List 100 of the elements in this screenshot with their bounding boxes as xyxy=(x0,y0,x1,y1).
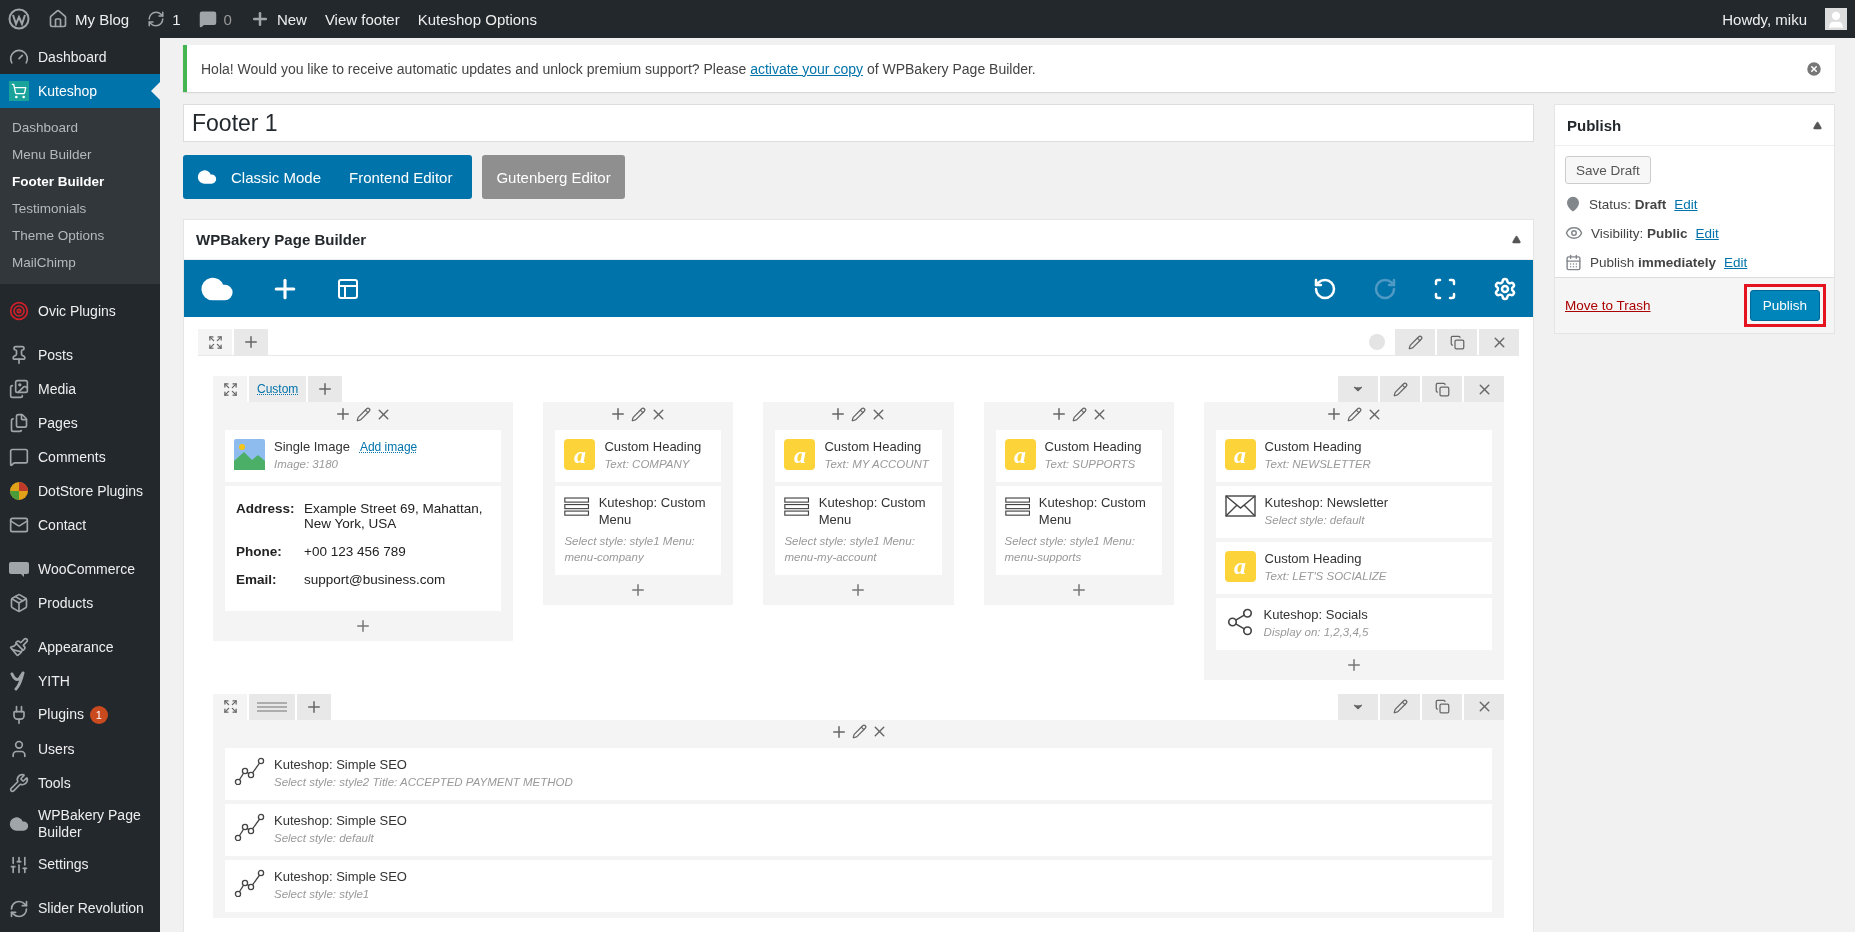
collapse-icon[interactable] xyxy=(1512,235,1521,244)
template-icon[interactable] xyxy=(336,276,360,301)
sidebar-item[interactable]: Appearance xyxy=(0,630,160,664)
sidebar-item[interactable]: WPBakery Page Builder xyxy=(0,800,160,848)
layout-tab-link[interactable]: Custom xyxy=(249,376,307,402)
sidebar-item[interactable]: Slider Revolution xyxy=(0,891,160,926)
element-card[interactable]: Kuteshop: Simple SEO Select style: style2 Title: ACCEPTED PAYMENT METHOD xyxy=(225,747,1492,800)
menu-lines-icon xyxy=(1004,495,1030,519)
text-block-card[interactable]: Address: Example Street 69, Mahattan, New York, USA Phone: +00 123 456 789 Email: support@business.com xyxy=(225,486,502,611)
expand-arrows-icon xyxy=(207,334,223,350)
sidebar-item[interactable]: Dashboard xyxy=(0,40,160,74)
layout-button[interactable] xyxy=(249,693,295,720)
add-row-button[interactable] xyxy=(234,329,268,355)
activate-link[interactable]: activate your copy xyxy=(750,60,863,77)
element-card[interactable]: Kuteshop: Custom Menu Select style: style1 Menu: menu-supports xyxy=(995,486,1162,575)
sidebar-item[interactable]: WooCommerce xyxy=(0,552,160,586)
sidebar-item[interactable]: Pages xyxy=(0,406,160,440)
sidebar-item[interactable]: DotStore Plugins xyxy=(0,474,160,508)
element-detail: Text: COMPANY xyxy=(604,456,691,472)
sidebar-item[interactable]: Plugins 1 xyxy=(0,698,160,732)
sidebar-item[interactable]: Products xyxy=(0,586,160,620)
collapse-icon[interactable] xyxy=(1813,120,1822,130)
edit-button[interactable] xyxy=(1380,376,1420,402)
clone-button[interactable] xyxy=(1437,329,1477,355)
undo-icon[interactable] xyxy=(1313,276,1337,301)
element-card[interactable]: a Custom Heading Text: MY ACCOUNT xyxy=(775,430,942,482)
wordpress-logo-icon[interactable] xyxy=(8,8,30,30)
sidebar-item[interactable]: Media xyxy=(0,372,160,406)
sidebar-item[interactable]: Posts xyxy=(0,338,160,372)
mode-button[interactable]: Frontend Editor xyxy=(335,155,467,199)
element-card[interactable]: a Custom Heading Text: COMPANY xyxy=(555,430,722,482)
submenu-item[interactable]: Dashboard xyxy=(0,114,160,141)
greeting-text[interactable]: Howdy, miku xyxy=(1722,10,1807,28)
edit-button[interactable] xyxy=(1380,693,1420,720)
element-card[interactable]: Kuteshop: Simple SEO Select style: default xyxy=(225,803,1492,856)
element-card[interactable]: Kuteshop: Custom Menu Select style: style1 Menu: menu-my-account xyxy=(775,486,942,575)
submenu-item[interactable]: Testimonials xyxy=(0,195,160,222)
publish-button[interactable]: Publish xyxy=(1749,290,1820,321)
submenu-item[interactable]: MailChimp xyxy=(0,249,160,276)
element-title: Custom Heading xyxy=(1264,550,1362,568)
sidebar-item[interactable]: Settings xyxy=(0,847,160,882)
sidebar-item[interactable]: Contact xyxy=(0,508,160,542)
edit-icon[interactable] xyxy=(1071,406,1087,422)
move-handle[interactable] xyxy=(213,693,247,720)
comments-link[interactable]: 0 xyxy=(198,10,232,28)
move-handle[interactable] xyxy=(213,376,247,402)
trash-link[interactable]: Move to Trash xyxy=(1565,298,1651,313)
sidebar-item[interactable]: Ovic Plugins xyxy=(0,294,160,328)
element-detail: Select style: style1 Menu: menu-company xyxy=(564,533,696,565)
add-image-link[interactable]: Add image xyxy=(359,440,418,454)
add-column-button[interactable] xyxy=(297,693,331,720)
edit-link[interactable]: Edit xyxy=(1695,225,1719,241)
edit-icon[interactable] xyxy=(851,406,867,422)
admin-bar-link[interactable]: Kuteshop Options xyxy=(417,10,537,28)
site-link[interactable]: My Blog xyxy=(48,9,130,29)
element-card[interactable]: a Custom Heading Text: NEWSLETTER xyxy=(1215,430,1492,482)
submenu-item[interactable]: Menu Builder xyxy=(0,141,160,168)
add-column-button[interactable] xyxy=(308,376,343,402)
admin-bar-link[interactable]: View footer xyxy=(324,10,400,28)
edit-link[interactable]: Edit xyxy=(1674,196,1698,212)
edit-icon[interactable] xyxy=(356,406,372,422)
close-button[interactable] xyxy=(1464,693,1504,720)
sidebar-item[interactable]: Comments xyxy=(0,440,160,474)
edit-link[interactable]: Edit xyxy=(1724,255,1748,270)
save-draft-button[interactable]: Save Draft xyxy=(1565,156,1651,184)
element-card[interactable]: Kuteshop: Socials Display on: 1,2,3,4,5 xyxy=(1215,597,1492,650)
toggle-button[interactable] xyxy=(1338,376,1378,402)
edit-icon[interactable] xyxy=(1346,406,1362,422)
close-icon[interactable] xyxy=(1805,59,1823,78)
element-card[interactable]: Kuteshop: Custom Menu Select style: style1 Menu: menu-company xyxy=(555,486,722,575)
clone-button[interactable] xyxy=(1422,693,1462,720)
element-card[interactable]: Kuteshop: Simple SEO Select style: style1 xyxy=(225,859,1492,912)
settings-icon[interactable] xyxy=(1493,276,1517,301)
edit-icon[interactable] xyxy=(851,724,867,740)
sidebar-item[interactable]: YITH xyxy=(0,664,160,698)
element-card[interactable]: a Custom Heading Text: LET'S SOCIALIZE xyxy=(1215,541,1492,594)
edit-button[interactable] xyxy=(1395,329,1435,355)
fullscreen-icon[interactable] xyxy=(1433,276,1457,301)
sidebar-item[interactable]: Users xyxy=(0,732,160,766)
updates-link[interactable]: 1 xyxy=(147,10,181,28)
submenu-item[interactable]: Footer Builder xyxy=(0,168,160,195)
element-card[interactable]: Kuteshop: Newsletter Select style: default xyxy=(1215,486,1492,538)
edit-icon[interactable] xyxy=(631,406,647,422)
move-handle[interactable] xyxy=(198,329,232,355)
menu-lines-icon xyxy=(564,495,590,519)
title-field[interactable]: Footer 1 xyxy=(183,104,1534,142)
mode-button[interactable]: Classic Mode xyxy=(217,155,336,199)
submenu-item[interactable]: Theme Options xyxy=(0,222,160,249)
expand-arrows-icon xyxy=(222,699,238,715)
toggle-button[interactable] xyxy=(1338,693,1378,720)
media-icon xyxy=(9,379,29,399)
element-card[interactable]: Single Image Add image Image: 3180 xyxy=(225,430,502,482)
close-button[interactable] xyxy=(1479,329,1519,355)
close-button[interactable] xyxy=(1464,376,1504,402)
new-link[interactable]: New xyxy=(249,9,307,29)
clone-button[interactable] xyxy=(1422,376,1462,402)
sidebar-item[interactable]: Kuteshop xyxy=(0,74,160,108)
field-value: support@business.com xyxy=(304,572,447,587)
sidebar-item[interactable]: Tools xyxy=(0,766,160,800)
element-card[interactable]: a Custom Heading Text: SUPPORTS xyxy=(995,430,1162,482)
